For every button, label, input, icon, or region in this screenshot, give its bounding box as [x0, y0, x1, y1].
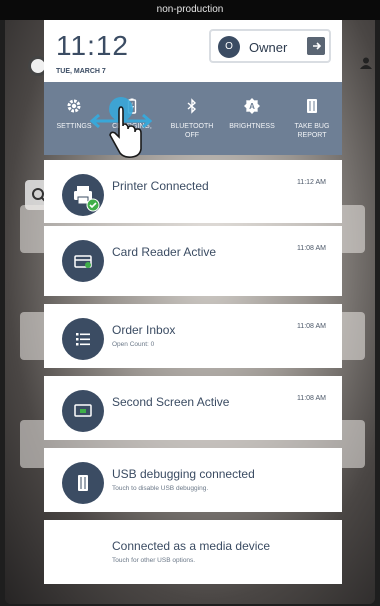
notification-time: 11:08 AM	[296, 323, 326, 330]
notification-order-inbox[interactable]: Order Inbox Open Count: 0 11:08 AM	[44, 304, 342, 368]
bug-report-icon	[307, 99, 317, 113]
environment-label: non-production	[156, 4, 224, 15]
gear-icon	[67, 99, 81, 113]
notification-shade: 11:12 TUE, MARCH 7 O Owner SETTINGS CHAR…	[44, 20, 342, 155]
notification-title: Second Screen Active	[112, 395, 230, 409]
display-icon	[62, 390, 104, 432]
quick-settings-panel: SETTINGS CHARGING, 55% BLUETOOTH OFF A B…	[44, 82, 342, 155]
notification-time: 11:08 AM	[296, 245, 326, 252]
user-name: Owner	[249, 40, 288, 55]
quick-setting-label: REPORT	[297, 132, 327, 139]
logout-icon[interactable]	[307, 37, 325, 55]
quick-setting-label: TAKE BUG	[294, 123, 330, 130]
printer-icon	[62, 174, 104, 216]
notification-title: Connected as a media device	[112, 539, 271, 553]
notification-printer[interactable]: Printer Connected 11:12 AM	[44, 160, 342, 223]
quick-setting-label: OFF	[185, 132, 199, 139]
usb-icon	[62, 462, 104, 504]
notification-media-device[interactable]: Connected as a media device Touch for ot…	[44, 520, 342, 584]
user-switcher[interactable]: O Owner	[209, 29, 331, 63]
check-badge-icon	[86, 198, 100, 212]
shade-header: 11:12 TUE, MARCH 7 O Owner	[44, 20, 342, 82]
bluetooth-icon	[187, 98, 197, 114]
swipe-gesture-icon	[90, 97, 152, 158]
notification-title: Printer Connected	[112, 179, 209, 193]
quick-setting-bluetooth[interactable]: BLUETOOTH OFF	[162, 82, 222, 155]
avatar: O	[218, 36, 240, 58]
notification-title: Card Reader Active	[112, 245, 217, 259]
notification-subtitle: Touch for other USB options.	[112, 557, 196, 564]
svg-text:A: A	[249, 102, 255, 111]
notification-second-screen[interactable]: Second Screen Active 11:08 AM	[44, 376, 342, 440]
quick-setting-label: BRIGHTNESS	[229, 123, 275, 130]
quick-setting-brightness[interactable]: A BRIGHTNESS	[222, 82, 282, 155]
notification-subtitle: Open Count: 0	[112, 341, 155, 348]
notification-usb-debugging[interactable]: USB debugging connected Touch to disable…	[44, 448, 342, 512]
notification-card-reader[interactable]: Card Reader Active 11:08 AM	[44, 226, 342, 296]
notification-title: USB debugging connected	[112, 467, 255, 481]
notification-time: 11:08 AM	[296, 395, 326, 402]
clock: 11:12	[56, 30, 129, 61]
notification-time: 11:12 AM	[296, 179, 326, 186]
person-icon	[360, 57, 372, 69]
card-reader-icon	[62, 240, 104, 282]
notification-subtitle: Touch to disable USB debugging.	[112, 485, 209, 492]
quick-setting-label: BLUETOOTH	[170, 123, 214, 130]
date-label: TUE, MARCH 7	[56, 68, 106, 75]
list-icon	[62, 318, 104, 360]
quick-setting-bug-report[interactable]: TAKE BUG REPORT	[282, 82, 342, 155]
status-bar: non-production	[0, 0, 380, 20]
brightness-icon: A	[244, 98, 260, 114]
notification-title: Order Inbox	[112, 323, 176, 337]
